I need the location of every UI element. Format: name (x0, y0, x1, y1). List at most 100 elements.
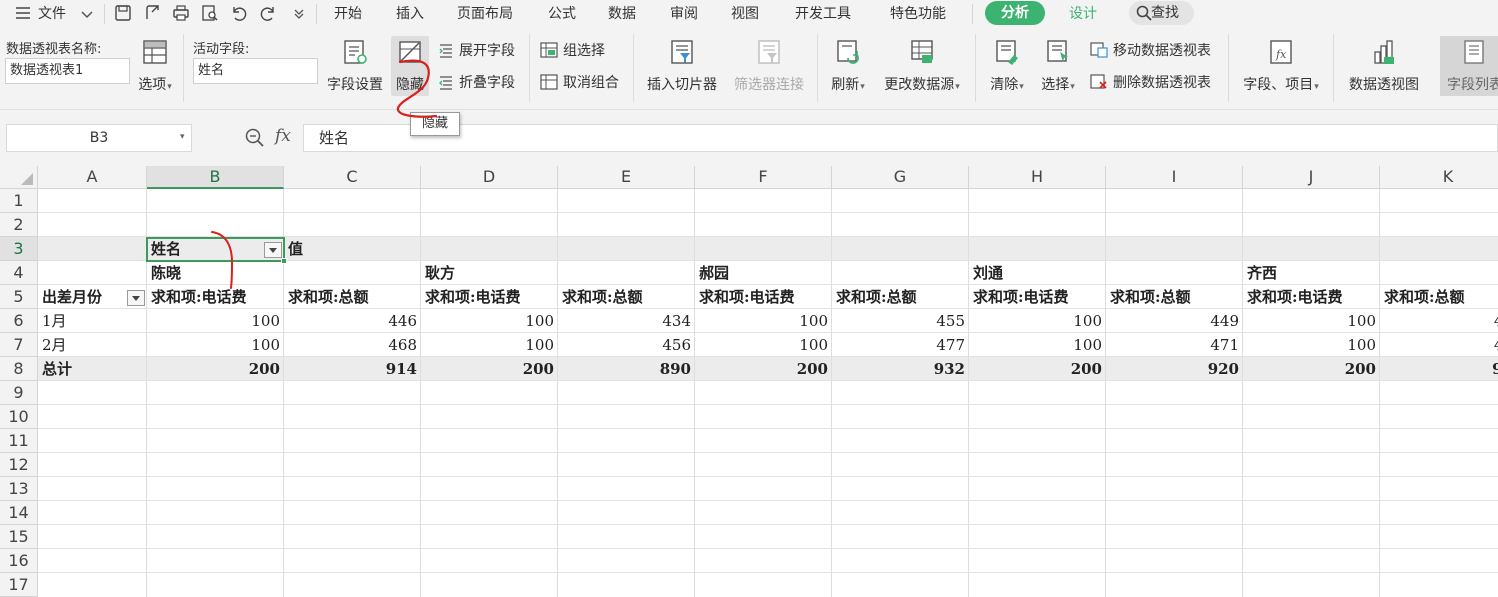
cell-b8[interactable]: 200 (147, 357, 284, 381)
cell-h4-name[interactable]: 刘通 (969, 261, 1106, 285)
cell-i5-measure[interactable]: 求和项:总额 (1106, 285, 1243, 309)
clear-button[interactable]: 清除▾ (985, 38, 1029, 93)
tab-formulas[interactable]: 公式 (548, 3, 576, 25)
pivot-chart-button[interactable]: 数据透视图 (1344, 38, 1424, 93)
cell-d6[interactable]: 100 (421, 309, 558, 333)
zoom-formula-icon[interactable] (245, 128, 265, 148)
tab-special-features[interactable]: 特色功能 (890, 3, 946, 25)
options-button[interactable]: 选项▾ (135, 38, 175, 93)
cell-g8[interactable]: 932 (832, 357, 969, 381)
cell-h6[interactable]: 100 (969, 309, 1106, 333)
row-header[interactable]: 11 (0, 429, 38, 453)
fx-icon[interactable]: fx (275, 126, 291, 146)
cell-b6[interactable]: 100 (147, 309, 284, 333)
search-button[interactable]: 查找 (1129, 1, 1194, 25)
row-header[interactable]: 7 (0, 333, 38, 357)
column-header-j[interactable]: J (1243, 166, 1380, 189)
export-icon[interactable] (143, 4, 161, 22)
collapse-field-button[interactable]: 折叠字段 (438, 72, 515, 92)
delete-pivot-button[interactable]: 删除数据透视表 (1090, 72, 1211, 92)
cell-h8[interactable]: 200 (969, 357, 1106, 381)
column-header-b[interactable]: B (147, 166, 284, 189)
cell-k6[interactable]: 45 (1380, 309, 1498, 333)
cell-k8[interactable]: 92 (1380, 357, 1498, 381)
cell-c5-measure[interactable]: 求和项:总额 (284, 285, 421, 309)
cell-e5-measure[interactable]: 求和项:总额 (558, 285, 695, 309)
column-header-e[interactable]: E (558, 166, 695, 189)
cell-k5-measure[interactable]: 求和项:总额 (1380, 285, 1498, 309)
row-header[interactable]: 17 (0, 573, 38, 597)
column-header-i[interactable]: I (1106, 166, 1243, 189)
row-header[interactable]: 12 (0, 453, 38, 477)
cell-f8[interactable]: 200 (695, 357, 832, 381)
cell-c3-values[interactable]: 值 (284, 237, 421, 261)
row-header[interactable]: 10 (0, 405, 38, 429)
formula-input[interactable]: 姓名 (303, 124, 1498, 152)
cell-d4-name[interactable]: 耿方 (421, 261, 558, 285)
active-field-input[interactable]: 姓名 (193, 58, 318, 84)
move-pivot-button[interactable]: 移动数据透视表 (1090, 40, 1211, 60)
cell-a7-month[interactable]: 2月 (38, 333, 147, 357)
tab-page-layout[interactable]: 页面布局 (457, 3, 513, 25)
row-header[interactable]: 5 (0, 285, 38, 309)
tab-analyze[interactable]: 分析 (985, 1, 1045, 25)
column-header-f[interactable]: F (695, 166, 832, 189)
cell-c7[interactable]: 468 (284, 333, 421, 357)
cell-e7[interactable]: 456 (558, 333, 695, 357)
row-header[interactable]: 2 (0, 213, 38, 237)
cell-j5-measure[interactable]: 求和项:电话费 (1243, 285, 1380, 309)
row-header[interactable]: 14 (0, 501, 38, 525)
cell-h7[interactable]: 100 (969, 333, 1106, 357)
cell-d5-measure[interactable]: 求和项:电话费 (421, 285, 558, 309)
row-header[interactable]: 9 (0, 381, 38, 405)
month-filter-dropdown[interactable] (127, 290, 145, 306)
row-header[interactable]: 15 (0, 525, 38, 549)
change-data-source-button[interactable]: 更改数据源▾ (879, 38, 965, 93)
tab-review[interactable]: 审阅 (670, 3, 698, 25)
cell-i8[interactable]: 920 (1106, 357, 1243, 381)
cell-e8[interactable]: 890 (558, 357, 695, 381)
fill-handle[interactable] (281, 258, 287, 264)
ungroup-button[interactable]: 取消组合 (540, 72, 619, 92)
pivot-name-input[interactable]: 数据透视表1 (5, 58, 130, 84)
print-icon[interactable] (172, 4, 190, 22)
cell-b5-measure[interactable]: 求和项:电话费 (147, 285, 284, 309)
column-header-g[interactable]: G (832, 166, 969, 189)
cell-c8[interactable]: 914 (284, 357, 421, 381)
hamburger-menu-icon[interactable] (14, 4, 32, 22)
name-box-dropdown-icon[interactable]: ▾ (180, 132, 185, 142)
cell-k7[interactable]: 47 (1380, 333, 1498, 357)
cell-j4-name[interactable]: 齐西 (1243, 261, 1380, 285)
tab-developer[interactable]: 开发工具 (795, 3, 851, 25)
cell-g5-measure[interactable]: 求和项:总额 (832, 285, 969, 309)
cell-j8[interactable]: 200 (1243, 357, 1380, 381)
spreadsheet-grid[interactable]: A B C D E F G H I J K 1 2 3 4 5 6 7 8 9 … (0, 166, 1498, 597)
row-header[interactable]: 6 (0, 309, 38, 333)
row-header[interactable]: 4 (0, 261, 38, 285)
insert-slicer-button[interactable]: 插入切片器 (643, 38, 721, 93)
cell-i6[interactable]: 449 (1106, 309, 1243, 333)
cell-f7[interactable]: 100 (695, 333, 832, 357)
field-settings-button[interactable]: 字段设置 (324, 38, 386, 93)
tab-view[interactable]: 视图 (731, 3, 759, 25)
cell-i7[interactable]: 471 (1106, 333, 1243, 357)
tab-home[interactable]: 开始 (334, 3, 362, 25)
cell-b7[interactable]: 100 (147, 333, 284, 357)
cell-f4-name[interactable]: 郝园 (695, 261, 832, 285)
column-header-d[interactable]: D (421, 166, 558, 189)
redo-icon[interactable] (259, 4, 277, 22)
cell-f6[interactable]: 100 (695, 309, 832, 333)
chevron-down-icon[interactable] (78, 5, 96, 23)
refresh-button[interactable]: 刷新▾ (826, 38, 870, 93)
cell-d8[interactable]: 200 (421, 357, 558, 381)
cell-a6-month[interactable]: 1月 (38, 309, 147, 333)
print-preview-icon[interactable] (201, 4, 219, 22)
column-header-a[interactable]: A (38, 166, 147, 189)
name-box[interactable]: B3 (6, 124, 192, 152)
expand-field-button[interactable]: 展开字段 (438, 40, 515, 60)
cell-g7[interactable]: 477 (832, 333, 969, 357)
cell-c6[interactable]: 446 (284, 309, 421, 333)
column-header-k[interactable]: K (1380, 166, 1498, 189)
cell-g6[interactable]: 455 (832, 309, 969, 333)
undo-icon[interactable] (230, 4, 248, 22)
